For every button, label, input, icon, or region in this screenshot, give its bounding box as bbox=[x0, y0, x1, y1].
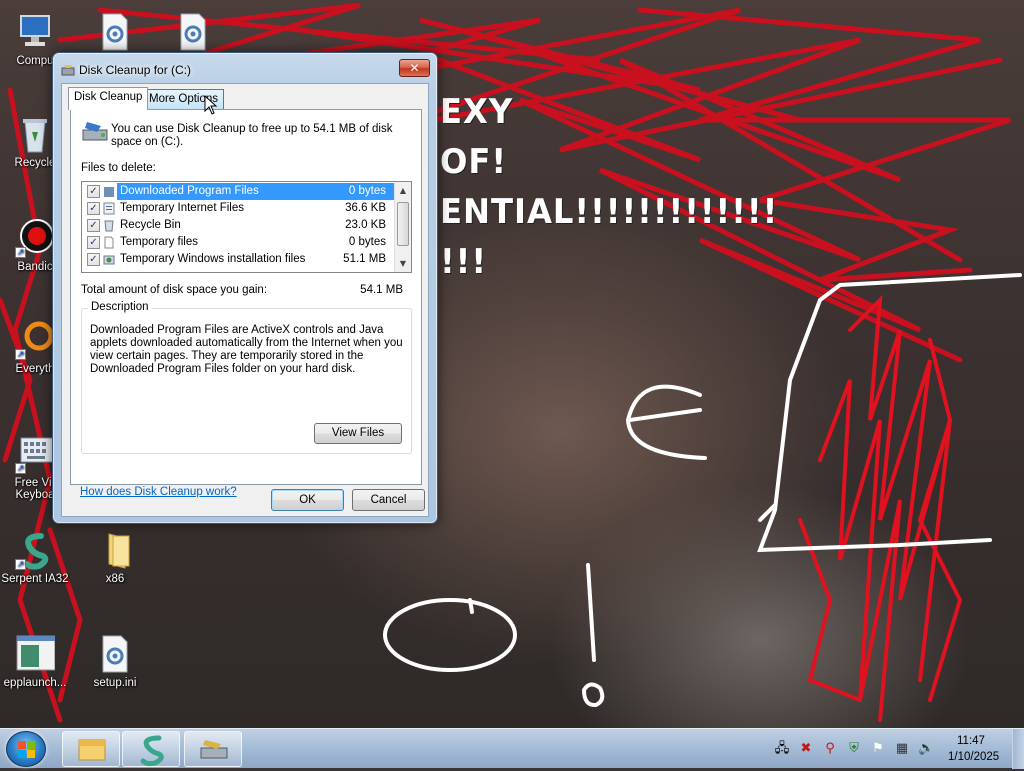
desktop-icon-x86[interactable]: x86 bbox=[80, 530, 150, 585]
checkbox[interactable]: ✓ bbox=[87, 219, 100, 232]
gear-file-icon bbox=[173, 12, 213, 52]
volume-icon[interactable]: 🔊 bbox=[918, 741, 934, 757]
close-button[interactable]: ✕ bbox=[399, 59, 430, 77]
internet-files-icon bbox=[103, 202, 115, 215]
gear-file-icon bbox=[95, 634, 135, 674]
computer-icon bbox=[15, 12, 55, 52]
wallpaper-text-4: !!! bbox=[440, 242, 488, 282]
intro-text: You can use Disk Cleanup to free up to 5… bbox=[111, 123, 393, 148]
scroll-up-arrow-icon[interactable]: ▲ bbox=[395, 182, 411, 199]
clock-time[interactable]: 11:47 bbox=[957, 735, 985, 747]
start-button[interactable] bbox=[6, 731, 46, 767]
checkbox[interactable]: ✓ bbox=[87, 253, 100, 266]
serpent-icon bbox=[140, 735, 164, 767]
file-size: 0 bytes bbox=[348, 185, 386, 197]
list-scrollbar[interactable]: ▲ ▼ bbox=[394, 182, 411, 272]
desktop-icon-label: setup.ini bbox=[93, 677, 137, 689]
network-green-icon[interactable]: 🖧 bbox=[774, 741, 790, 757]
clock-date[interactable]: 1/10/2025 bbox=[948, 751, 999, 763]
security-icon[interactable]: ⛨ bbox=[846, 741, 862, 757]
disk-cleanup-icon bbox=[81, 120, 113, 144]
scroll-down-arrow-icon[interactable]: ▼ bbox=[395, 255, 411, 272]
wallpaper-text-1: EXY bbox=[440, 92, 514, 132]
folder-icon bbox=[103, 185, 115, 198]
shortcut-arrow-icon: ↗ bbox=[15, 247, 26, 258]
keyboard-icon: ↗ bbox=[15, 434, 55, 474]
file-name: Temporary files bbox=[120, 236, 198, 248]
everything-search-icon: ↗ bbox=[15, 320, 55, 360]
description-group: Description Downloaded Program Files are… bbox=[81, 301, 412, 454]
wallpaper-text-2: OF! bbox=[440, 142, 508, 182]
network-x-icon[interactable]: ✖ bbox=[798, 741, 814, 757]
folder-icon bbox=[95, 530, 135, 570]
taskbar-disk-cleanup[interactable] bbox=[184, 731, 242, 767]
desktop-icon-settings-file-2[interactable] bbox=[166, 12, 220, 55]
description-title: Description bbox=[88, 301, 152, 313]
checkbox[interactable]: ✓ bbox=[87, 185, 100, 198]
tab-disk-cleanup[interactable]: Disk Cleanup bbox=[68, 87, 149, 110]
desktop-icon-label: Serpent IA32 bbox=[1, 573, 69, 585]
desktop-icon-serpent[interactable]: ↗ Serpent IA32 bbox=[0, 530, 70, 585]
desktop-icon-settings-file-1[interactable] bbox=[88, 12, 142, 55]
scrollbar-thumb[interactable] bbox=[397, 202, 409, 246]
checkbox[interactable]: ✓ bbox=[87, 202, 100, 215]
serpent-icon: ↗ bbox=[15, 530, 55, 570]
file-row-recycle-bin[interactable]: ✓ Recycle Bin 23.0 KB bbox=[82, 217, 396, 234]
file-size: 23.0 KB bbox=[345, 219, 386, 231]
view-files-button[interactable]: View Files bbox=[314, 423, 402, 444]
tab-panel: You can use Disk Cleanup to free up to 5… bbox=[70, 109, 422, 485]
ok-button[interactable]: OK bbox=[271, 489, 344, 511]
bandicam-icon: ↗ bbox=[15, 218, 55, 258]
file-size: 51.1 MB bbox=[343, 253, 386, 265]
shortcut-arrow-icon: ↗ bbox=[15, 349, 26, 360]
taskbar: 🖧 ✖ ⚲ ⛨ ⚑ ▦ 🔊 11:47 1/10/2025 bbox=[0, 728, 1024, 769]
file-row-temporary-files[interactable]: ✓ Temporary files 0 bytes bbox=[82, 234, 396, 251]
disk-cleanup-icon bbox=[61, 63, 75, 77]
show-desktop-button[interactable] bbox=[1012, 729, 1024, 769]
mouse-cursor-icon bbox=[204, 94, 218, 115]
flag-icon[interactable]: ⚑ bbox=[870, 741, 886, 757]
description-text: Downloaded Program Files are ActiveX con… bbox=[90, 324, 403, 375]
desktop-icon-label: x86 bbox=[105, 573, 125, 585]
help-link[interactable]: How does Disk Cleanup work? bbox=[80, 486, 237, 498]
recycle-bin-icon bbox=[103, 219, 115, 232]
file-name: Downloaded Program Files bbox=[120, 185, 259, 197]
desktop-icon-label: epplaunch... bbox=[3, 677, 67, 689]
disk-cleanup-icon bbox=[200, 740, 228, 759]
file-name: Recycle Bin bbox=[120, 219, 181, 231]
display-icon[interactable]: ▦ bbox=[894, 741, 910, 757]
installer-icon bbox=[103, 253, 115, 266]
search-red-icon[interactable]: ⚲ bbox=[822, 741, 838, 757]
file-row-temporary-windows-installation-files[interactable]: ✓ Temporary Windows installation files 5… bbox=[82, 251, 396, 268]
recycle-bin-icon bbox=[15, 114, 55, 154]
shortcut-arrow-icon: ↗ bbox=[15, 559, 26, 570]
blank-file-icon bbox=[103, 236, 115, 249]
files-to-delete-list[interactable]: ✓ Downloaded Program Files 0 bytes ✓ Tem… bbox=[81, 181, 412, 273]
taskbar-serpent[interactable] bbox=[122, 731, 180, 767]
dialog-client-area: Disk Cleanup More Options You can use Di… bbox=[61, 83, 429, 517]
desktop-icon-epplaunch[interactable]: epplaunch... bbox=[0, 634, 70, 689]
disk-space-gain-label: Total amount of disk space you gain: bbox=[81, 284, 268, 296]
cancel-button[interactable]: Cancel bbox=[352, 489, 425, 511]
file-row-temporary-internet-files[interactable]: ✓ Temporary Internet Files 36.6 KB bbox=[82, 200, 396, 217]
dialog-title: Disk Cleanup for (C:) bbox=[79, 63, 192, 77]
gear-file-icon bbox=[95, 12, 135, 52]
desktop-icon-setup-ini[interactable]: setup.ini bbox=[80, 634, 150, 689]
file-size: 36.6 KB bbox=[345, 202, 386, 214]
wallpaper-text-3: ENTIAL!!!!!!!!!!!!! bbox=[440, 192, 779, 232]
files-to-delete-label: Files to delete: bbox=[81, 162, 156, 174]
taskbar-file-explorer[interactable] bbox=[62, 731, 120, 767]
windows-logo-icon bbox=[18, 741, 35, 758]
file-size: 0 bytes bbox=[348, 236, 386, 248]
file-name: Temporary Internet Files bbox=[120, 202, 244, 214]
checkbox[interactable]: ✓ bbox=[87, 236, 100, 249]
shortcut-arrow-icon: ↗ bbox=[15, 463, 26, 474]
file-row-downloaded-program-files[interactable]: ✓ Downloaded Program Files 0 bytes bbox=[82, 183, 396, 200]
file-name: Temporary Windows installation files bbox=[120, 253, 306, 265]
disk-cleanup-dialog: Disk Cleanup for (C:) ✕ Disk Cleanup Mor… bbox=[52, 52, 438, 524]
disk-space-gain-value: 54.1 MB bbox=[360, 284, 403, 296]
file-explorer-icon bbox=[78, 739, 106, 761]
application-window-icon bbox=[15, 634, 56, 674]
